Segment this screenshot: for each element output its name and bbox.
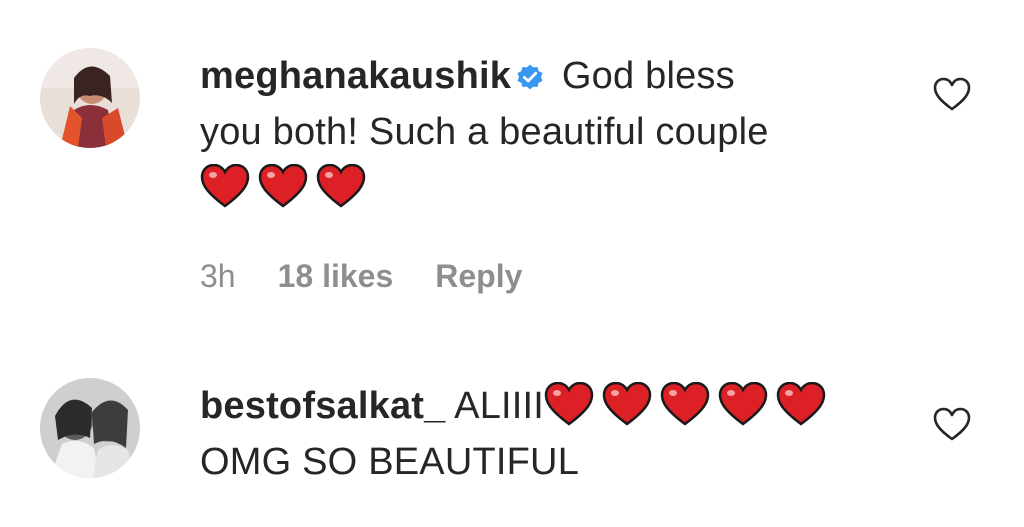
avatar-image xyxy=(40,48,140,148)
avatar[interactable] xyxy=(40,378,140,478)
comment-item: meghanakaushik God bless you both! Such … xyxy=(0,0,1024,330)
red-heart-emoji xyxy=(258,164,308,208)
comment-text-line1: God bless xyxy=(561,55,735,97)
red-heart-emoji xyxy=(316,164,366,208)
like-heart-icon[interactable] xyxy=(932,406,972,442)
comment-meta: 3h 18 likes Reply xyxy=(200,258,522,295)
avatar[interactable] xyxy=(40,48,140,148)
red-heart-emoji xyxy=(660,382,710,426)
username[interactable]: meghanakaushik xyxy=(200,55,511,97)
reply-button[interactable]: Reply xyxy=(435,258,522,295)
comment-text-line2: you both! Such a beautiful couple xyxy=(200,111,769,153)
comment-text-line1: ALIIII xyxy=(454,385,545,427)
red-heart-emoji xyxy=(718,382,768,426)
comment-time: 3h xyxy=(200,258,236,294)
red-heart-emoji xyxy=(602,382,652,426)
comment-text-line2: OMG SO BEAUTIFUL xyxy=(200,441,580,483)
verified-badge-icon xyxy=(515,62,545,92)
red-heart-emoji xyxy=(544,382,594,426)
comment-text: meghanakaushik God bless you both! Such … xyxy=(200,48,890,216)
comment-text: bestofsalkat_ ALIIII OMG SO BEAUTIFUL xyxy=(200,378,890,490)
like-heart-icon[interactable] xyxy=(932,76,972,112)
comment-item: bestofsalkat_ ALIIII OMG SO BEAUTIFUL xyxy=(0,330,1024,527)
red-heart-emoji xyxy=(200,164,250,208)
avatar-image xyxy=(40,378,140,478)
red-heart-emoji xyxy=(776,382,826,426)
username[interactable]: bestofsalkat_ xyxy=(200,385,445,427)
likes-count[interactable]: 18 likes xyxy=(278,258,394,295)
